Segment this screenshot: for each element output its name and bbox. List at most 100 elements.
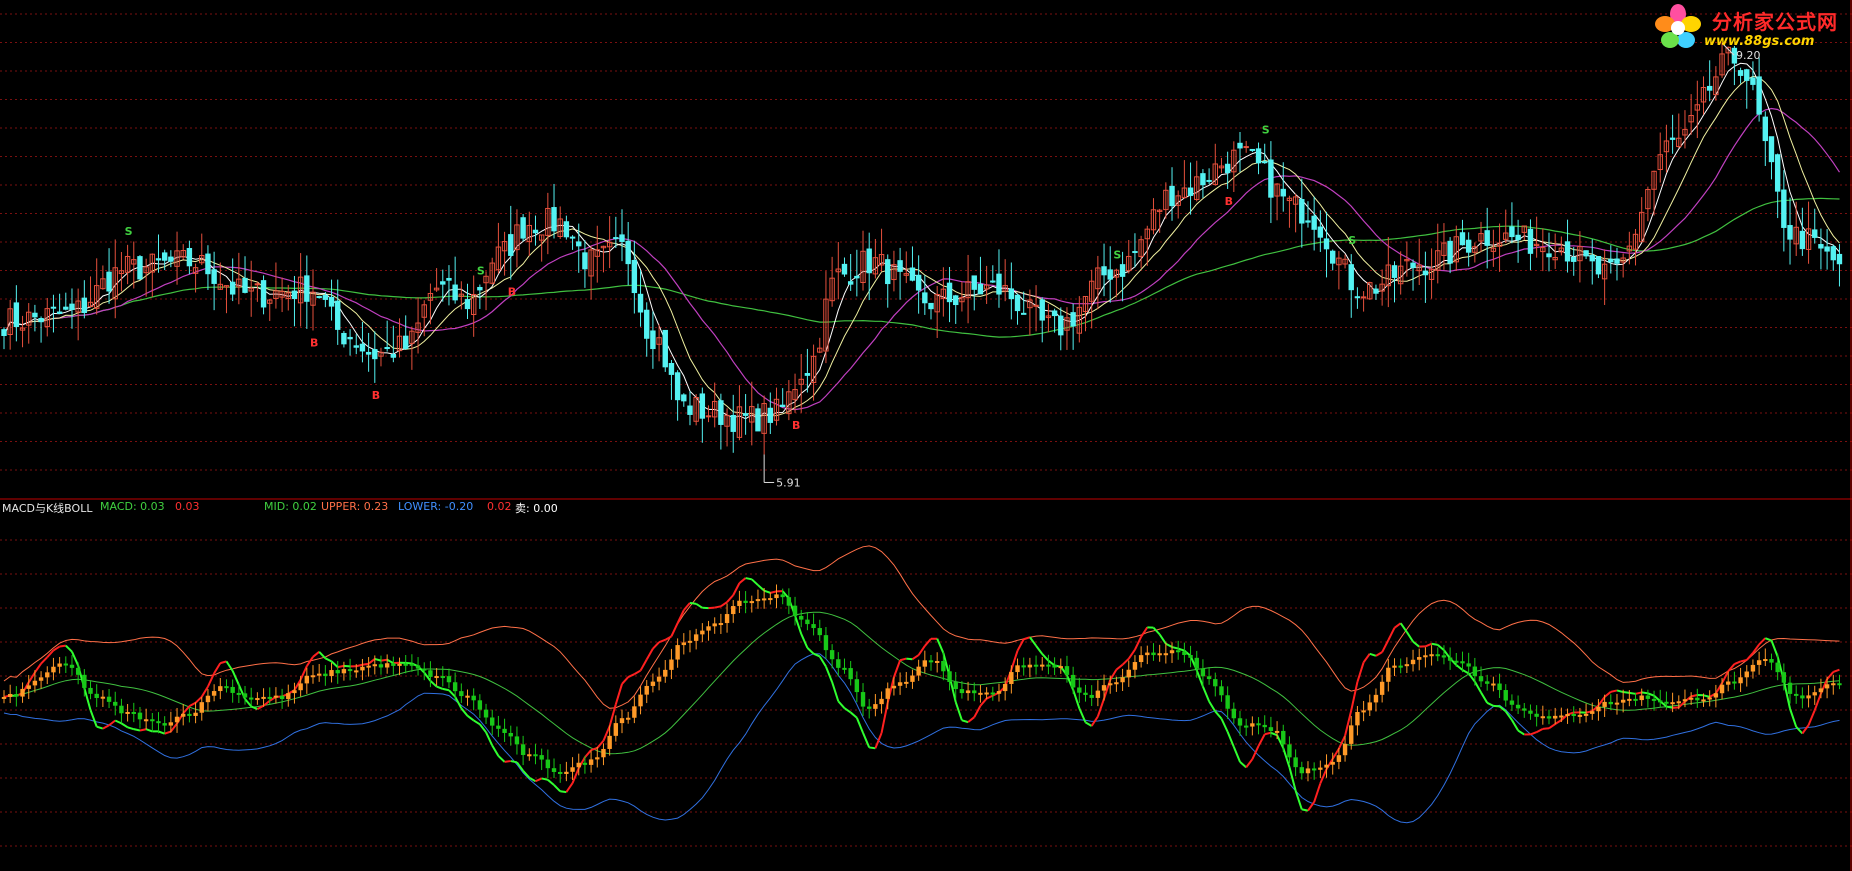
candle-body xyxy=(69,303,75,310)
indicator-bar xyxy=(1577,714,1583,717)
indicator-bar xyxy=(1620,699,1626,703)
trend-line-segment xyxy=(1425,642,1432,648)
trend-line-segment xyxy=(1826,671,1835,680)
indicator-bar xyxy=(150,719,155,722)
trend-line-segment xyxy=(1029,636,1037,647)
candle-body xyxy=(1781,189,1787,228)
indicator-bar xyxy=(1077,687,1082,693)
indicator-bar xyxy=(1429,654,1434,657)
trend-line-segment xyxy=(645,648,654,661)
sell-marker: S xyxy=(125,225,133,238)
candle-body xyxy=(730,414,736,432)
indicator-bar xyxy=(693,634,699,641)
indicator-bar xyxy=(100,696,106,699)
candle-body xyxy=(1830,246,1836,261)
indicator-bar xyxy=(119,705,124,714)
candle-body xyxy=(1787,225,1793,240)
candle-body xyxy=(1039,299,1045,321)
indicator-bar xyxy=(1781,672,1787,683)
trend-line-segment xyxy=(1406,631,1414,643)
trend-line-segment xyxy=(1294,790,1303,810)
trend-line-segment xyxy=(979,697,988,707)
indicator-bar xyxy=(1447,657,1453,661)
indicator-bar xyxy=(131,711,136,714)
indicator-bar xyxy=(1070,674,1076,688)
indicator-bar xyxy=(187,713,192,716)
trend-line-segment xyxy=(1623,691,1630,694)
indicator-bar xyxy=(904,681,909,684)
candle-body xyxy=(613,237,619,240)
candle-body xyxy=(1546,253,1552,258)
stock-chart: 9.205.91SSSSSBBBBB xyxy=(0,0,1852,871)
trend-line-segment xyxy=(862,732,871,748)
trend-line-segment xyxy=(1635,691,1642,695)
indicator-bar xyxy=(792,605,798,616)
indicator-bar xyxy=(632,706,637,718)
trend-line-segment xyxy=(200,686,209,698)
ma60-line xyxy=(3,197,1840,338)
trend-line-segment xyxy=(497,755,506,763)
trend-line-segment xyxy=(473,719,481,726)
indicator-bar xyxy=(564,771,569,774)
indicator-bar xyxy=(1027,664,1033,668)
candle-body xyxy=(551,207,557,232)
trend-line-segment xyxy=(491,744,500,757)
indicator-bar xyxy=(242,693,248,698)
trend-line-segment xyxy=(1437,644,1445,651)
candle-body xyxy=(971,275,977,290)
legend-upper: UPPER: 0.23 xyxy=(321,500,389,513)
indicator-bar xyxy=(82,674,87,688)
candle-body xyxy=(205,253,211,275)
candle-body xyxy=(291,290,298,300)
indicator-bar xyxy=(1756,660,1762,665)
trend-line-segment xyxy=(1214,710,1223,720)
trend-line-segment xyxy=(1023,636,1031,641)
trend-line-segment xyxy=(158,730,166,735)
trend-line-segment xyxy=(1473,681,1482,693)
indicator-bar xyxy=(879,698,884,705)
candle-body xyxy=(1447,240,1453,264)
trend-line-segment xyxy=(869,746,876,750)
indicator-bar xyxy=(644,685,649,695)
indicator-bar xyxy=(1565,714,1570,717)
indicator-bar xyxy=(576,762,581,768)
trend-line-segment xyxy=(1165,642,1173,648)
indicator-bar xyxy=(224,686,229,689)
indicator-bar xyxy=(1472,666,1478,677)
trend-line-segment xyxy=(1746,652,1754,661)
candle-body xyxy=(1583,250,1589,257)
indicator-bar xyxy=(1651,698,1657,701)
trend-line-segment xyxy=(380,658,388,662)
indicator-bar xyxy=(1200,668,1206,677)
indicator-bar xyxy=(724,614,730,624)
trend-line-segment xyxy=(71,651,80,666)
indicator-bar xyxy=(1299,767,1304,774)
indicator-bar xyxy=(527,754,532,757)
indicator-bar xyxy=(823,635,829,651)
legend-macd-value2: 0.03 xyxy=(175,500,200,513)
indicator-bar xyxy=(7,693,13,697)
indicator-bar xyxy=(502,728,507,733)
indicator-bar xyxy=(465,695,470,698)
indicator-bar xyxy=(1058,666,1063,669)
indicator-bar xyxy=(1633,698,1638,701)
trend-line-segment xyxy=(738,577,747,584)
indicator-bar xyxy=(94,693,99,698)
candle-body xyxy=(1033,304,1039,307)
trend-line-segment xyxy=(911,654,920,661)
trend-line-segment xyxy=(1369,652,1377,657)
candle-body xyxy=(742,413,749,416)
indicator-bar xyxy=(805,619,810,625)
indicator-bar xyxy=(1664,701,1669,704)
trend-line-segment xyxy=(1226,731,1235,748)
indicator-bar xyxy=(218,686,223,692)
indicator-bar xyxy=(595,757,600,760)
trend-line-segment xyxy=(324,657,332,663)
indicator-bar xyxy=(1002,683,1008,692)
trend-line-segment xyxy=(1770,640,1779,657)
ma5-line xyxy=(3,62,1840,420)
indicator-bar xyxy=(1157,653,1162,656)
candle-body xyxy=(1818,244,1824,249)
indicator-bar xyxy=(737,600,742,607)
candle-body xyxy=(161,252,168,261)
